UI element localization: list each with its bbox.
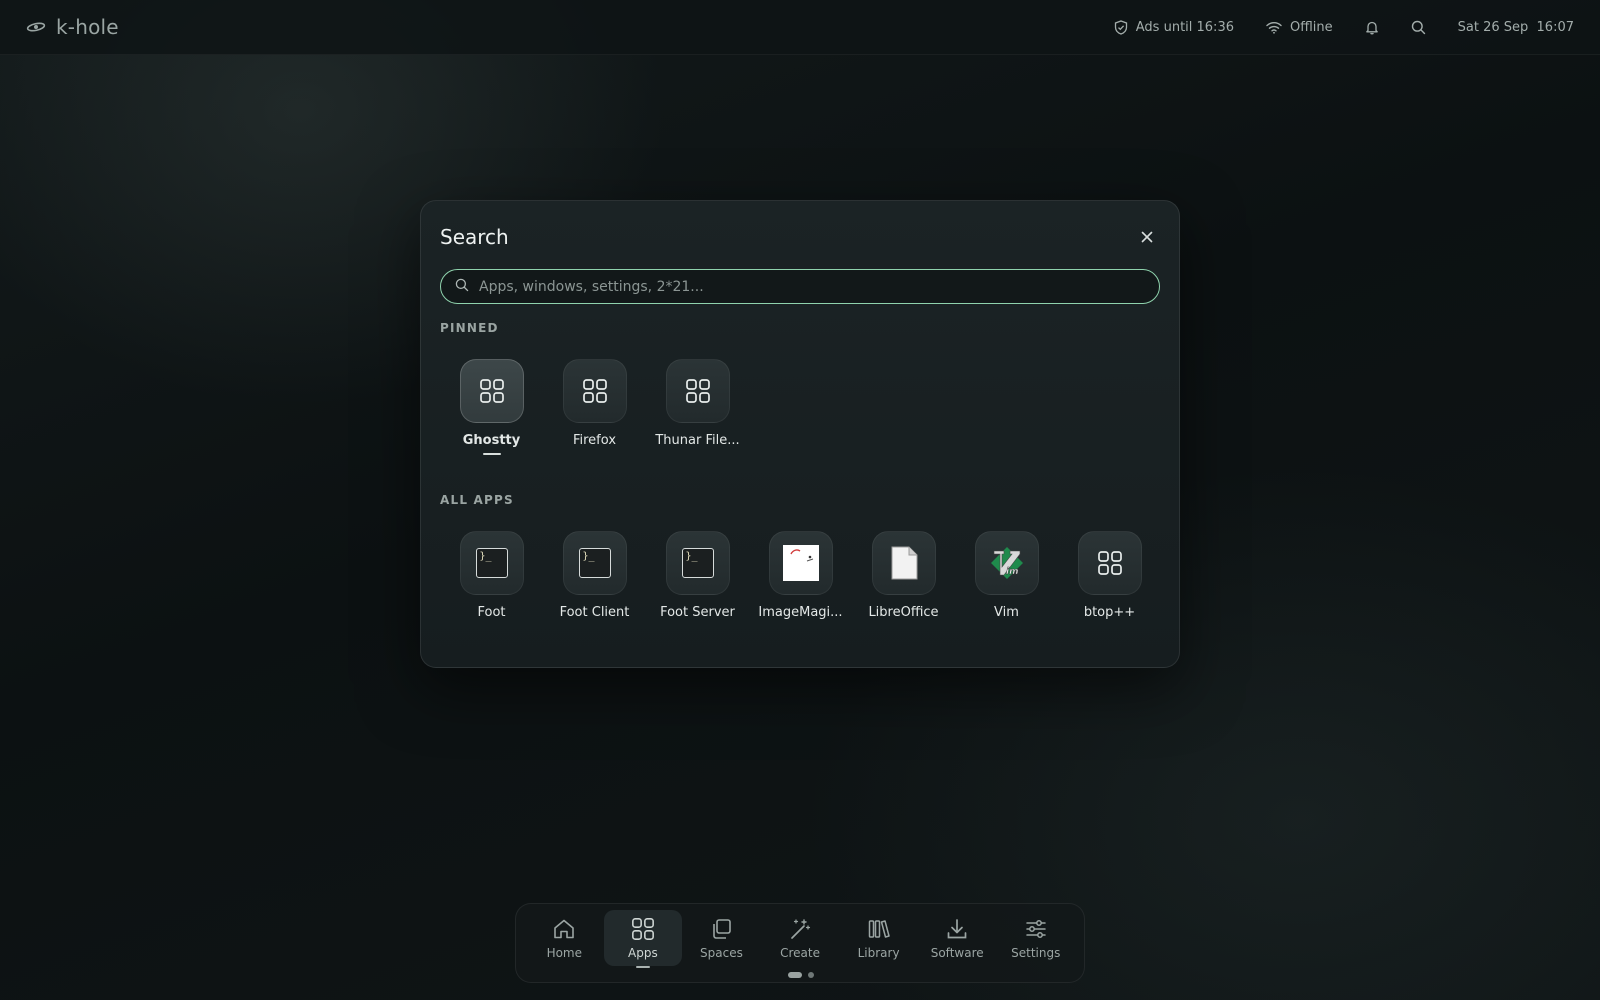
vim-icon: im [989,545,1025,581]
grid-icon [685,378,711,404]
library-icon [867,917,891,941]
app-foot[interactable]: }_ Foot [440,531,543,620]
dock-item-spaces[interactable]: Spaces [682,910,761,966]
top-bar: k-hole Ads until 16:36 Offline Sat 26 Se… [0,0,1600,55]
network-status[interactable]: Offline [1266,20,1333,35]
app-vim[interactable]: im Vim [955,531,1058,620]
app-label: Foot Server [660,605,735,620]
ads-status-text: Ads until 16:36 [1135,19,1234,35]
create-icon [788,917,812,941]
page-dot-active[interactable] [788,972,802,978]
dock-label: Apps [628,946,658,960]
app-label: LibreOffice [868,605,939,620]
terminal-icon: }_ [681,548,714,578]
app-libreoffice[interactable]: LibreOffice [852,531,955,620]
dock-label: Spaces [700,946,743,960]
app-tile [768,531,833,595]
app-foot-server[interactable]: }_ Foot Server [646,531,749,620]
app-tile: im [974,531,1039,595]
app-label: Foot [477,605,506,620]
brand-logo-icon [26,21,46,33]
notifications-button[interactable] [1365,20,1379,35]
terminal-icon: }_ [578,548,611,578]
bell-icon [1365,20,1379,35]
search-button[interactable] [1411,20,1426,35]
wifi-icon [1266,21,1282,34]
pinned-apps: Ghostty Firefox Thunar File... [440,359,749,455]
search-icon [1411,20,1426,35]
app-tile [1077,531,1142,595]
imagemagick-icon [782,545,819,581]
app-tile: }_ [665,531,730,595]
app-label: btop++ [1083,605,1136,620]
app-foot-client[interactable]: }_ Foot Client [543,531,646,620]
app-label: Foot Client [559,605,630,620]
app-tile [459,359,524,423]
dock-label: Library [857,946,900,960]
dialog-title: Search [440,225,509,249]
ads-status[interactable]: Ads until 16:36 [1114,20,1234,35]
status-area: Ads until 16:36 Offline Sat 26 Sep 16:07 [1114,20,1574,35]
svg-text:im: im [1006,567,1018,577]
active-indicator [635,966,650,968]
search-input[interactable] [479,278,1159,295]
dock-item-software[interactable]: Software [918,910,997,966]
app-tile: }_ [459,531,524,595]
all-apps-section-label: ALL APPS [440,493,514,507]
selection-indicator [482,453,501,455]
grid-icon [479,378,505,404]
app-thunar[interactable]: Thunar File... [646,359,749,455]
search-icon [455,277,469,296]
grid-icon [1097,550,1123,576]
apps-icon [631,917,655,941]
page-indicator [788,972,814,978]
dock-item-apps[interactable]: Apps [603,910,683,968]
app-ghostty[interactable]: Ghostty [440,359,543,455]
dock-item-library[interactable]: Library [839,910,918,966]
app-firefox[interactable]: Firefox [543,359,646,455]
app-label: Vim [994,605,1019,620]
dock-label: Software [930,946,984,960]
clock[interactable]: Sat 26 Sep 16:07 [1458,20,1574,35]
app-label: Thunar File... [655,433,740,448]
brand[interactable]: k-hole [26,15,119,39]
terminal-icon: }_ [475,548,508,578]
dock-label: Settings [1011,946,1061,960]
shield-check-icon [1114,19,1128,35]
dock-label: Create [780,946,820,960]
close-icon [1141,228,1153,247]
app-label: ImageMagi... [758,605,843,620]
dock-item-settings[interactable]: Settings [996,910,1075,966]
app-tile [871,531,936,595]
download-icon [945,917,969,941]
app-tile [665,359,730,423]
home-icon [552,917,576,941]
pinned-section-label: PINNED [440,321,499,335]
dock-item-create[interactable]: Create [761,910,840,966]
dock: Home Apps Spaces Create Library Software… [515,903,1085,983]
app-tile [562,359,627,423]
spaces-icon [709,917,733,941]
app-btop[interactable]: btop++ [1058,531,1161,620]
app-imagemagick[interactable]: ImageMagi... [749,531,852,620]
page-dot[interactable] [808,972,814,978]
search-field[interactable] [440,269,1160,304]
datetime-text: Sat 26 Sep 16:07 [1457,19,1574,35]
search-dialog: Search PINNED [420,200,1180,668]
app-label: Firefox [572,433,617,448]
grid-icon [582,378,608,404]
close-button[interactable] [1137,227,1157,247]
dock-label: Home [546,946,582,960]
app-tile: }_ [562,531,627,595]
libreoffice-icon [889,545,919,581]
brand-name: k-hole [56,15,119,39]
app-label: Ghostty [462,433,521,448]
dock-item-home[interactable]: Home [525,910,604,966]
all-apps: }_ Foot }_ Foot Client }_ Foot Server Im… [440,531,1161,620]
sliders-icon [1024,917,1048,941]
network-status-text: Offline [1289,19,1333,35]
